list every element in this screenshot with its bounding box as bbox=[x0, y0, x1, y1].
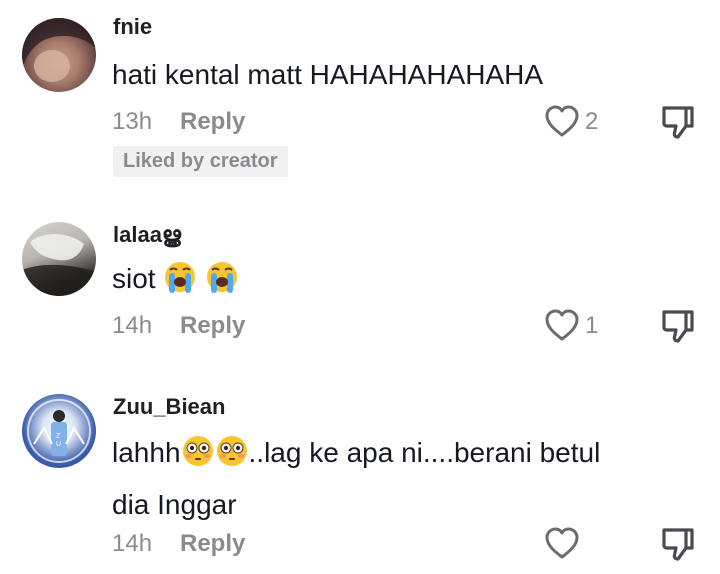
comment-text-part: dia Inggar bbox=[112, 489, 237, 520]
reply-button[interactable]: Reply bbox=[180, 108, 245, 136]
flushed-face-emoji bbox=[216, 436, 247, 466]
svg-text:U: U bbox=[56, 441, 61, 448]
svg-text:Z: Z bbox=[56, 433, 61, 440]
comment-text: hati kental matt HAHAHAHAHAHA bbox=[112, 59, 544, 90]
comment-timestamp: 13h bbox=[112, 108, 153, 135]
username-text: lalaa bbox=[113, 222, 162, 247]
comment-username[interactable]: fnie bbox=[113, 14, 152, 40]
comment-username[interactable]: Zuu_Biean bbox=[113, 394, 225, 420]
avatar[interactable]: Z U bbox=[22, 394, 96, 468]
comment-item: lalaaൠ siot 14h Reply 1 bbox=[0, 210, 720, 360]
comment-text-part: siot bbox=[112, 263, 156, 294]
comment-text-part: lahhh bbox=[112, 437, 181, 468]
heart-outline-icon[interactable] bbox=[544, 526, 580, 560]
comment-text: lahhh ..lag ke apa ni....berani betul di… bbox=[112, 434, 682, 524]
heart-outline-icon[interactable] bbox=[544, 308, 580, 342]
thumbs-down-outline-icon[interactable] bbox=[660, 308, 696, 344]
avatar[interactable] bbox=[22, 222, 96, 296]
comment-text: siot bbox=[112, 260, 682, 298]
username-suffix: ൠ bbox=[161, 222, 181, 247]
flushed-face-emoji bbox=[182, 436, 213, 466]
reply-button[interactable]: Reply bbox=[180, 530, 245, 558]
thumbs-down-outline-icon[interactable] bbox=[660, 104, 696, 140]
comment-timestamp: 14h bbox=[112, 530, 153, 557]
like-count: 2 bbox=[585, 108, 599, 135]
avatar[interactable] bbox=[22, 18, 96, 92]
liked-by-creator-badge: Liked by creator bbox=[113, 146, 288, 177]
comment-timestamp: 14h bbox=[112, 312, 153, 339]
reply-button[interactable]: Reply bbox=[180, 312, 245, 340]
comment-text-part: ..lag ke apa ni....berani betul bbox=[248, 437, 601, 468]
loudly-crying-face-emoji bbox=[207, 262, 238, 293]
comment-username[interactable]: lalaaൠ bbox=[113, 222, 181, 248]
like-count: 1 bbox=[585, 312, 599, 339]
comment-item: fnie hati kental matt HAHAHAHAHAHA 13h R… bbox=[0, 0, 720, 190]
loudly-crying-face-emoji bbox=[165, 262, 196, 293]
thumbs-down-outline-icon[interactable] bbox=[660, 526, 696, 562]
comment-item: Z U Zuu_Biean lahhh ..lag ke apa ni....b… bbox=[0, 380, 720, 574]
heart-outline-icon[interactable] bbox=[544, 104, 580, 138]
